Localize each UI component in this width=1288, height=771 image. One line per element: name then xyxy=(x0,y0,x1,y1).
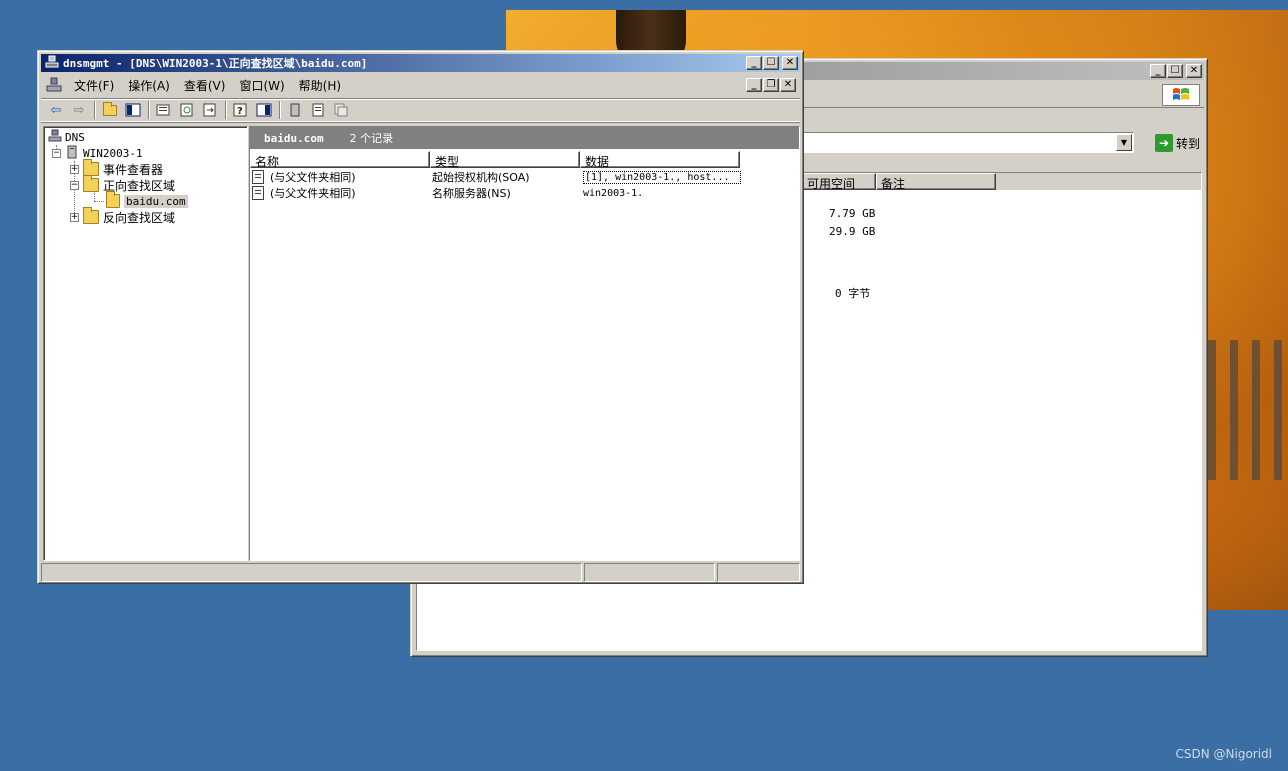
go-arrow-icon: ➔ xyxy=(1154,134,1173,152)
back-icon[interactable]: ⇦ xyxy=(45,100,67,120)
free-space-value: 29.9 GB xyxy=(829,225,876,238)
record-data: win2003-1. xyxy=(583,187,644,199)
tree-label: 反向查找区域 xyxy=(103,210,176,225)
menu-help[interactable]: 帮助(H) xyxy=(292,77,348,94)
go-label: 转到 xyxy=(1175,136,1200,151)
dns-root-icon xyxy=(48,129,62,146)
maximize-button[interactable]: ☐ xyxy=(763,56,779,70)
description-zone-name: baidu.com xyxy=(264,131,324,145)
record-name: (与父文件夹相同) xyxy=(270,187,356,200)
record-icon xyxy=(252,186,264,200)
action-pane-icon[interactable] xyxy=(253,100,275,120)
record-data: [1], win2003-1., host... xyxy=(583,170,741,184)
collapse-icon[interactable]: − xyxy=(70,180,79,190)
menu-bar: 文件(F) 操作(A) 查看(V) 窗口(W) 帮助(H) _ ❐ ✕ xyxy=(41,75,800,95)
export-icon[interactable] xyxy=(199,100,221,120)
windows-logo-icon xyxy=(1162,84,1200,106)
record-icon[interactable] xyxy=(307,100,329,120)
wallpaper-fence xyxy=(1208,340,1288,480)
free-space-value: 0 字节 xyxy=(835,287,871,300)
tree-item-reverse-zones[interactable]: + 反向查找区域 xyxy=(70,207,176,225)
record-type: 起始授权机构(SOA) xyxy=(432,171,530,184)
go-button[interactable]: ➔ 转到 xyxy=(1154,134,1200,152)
bg-column-free-space[interactable]: 可用空间 xyxy=(802,173,876,190)
details-pane[interactable]: baidu.com 2 个记录 名称 类型 数据 (与父文件夹相同) 起始授权机… xyxy=(249,126,800,561)
description-bar: baidu.com 2 个记录 xyxy=(250,127,799,149)
status-cell xyxy=(584,563,715,582)
tree-item-zone-baidu[interactable]: baidu.com xyxy=(106,191,188,209)
expand-icon[interactable]: + xyxy=(70,164,79,174)
list-header: 名称 类型 数据 xyxy=(250,151,740,168)
child-restore-button[interactable]: ❐ xyxy=(763,78,779,92)
tree-item-server[interactable]: − WIN2003-1 xyxy=(52,145,143,161)
table-row[interactable]: (与父文件夹相同) 起始授权机构(SOA) [1], win2003-1., h… xyxy=(252,169,741,185)
menu-file[interactable]: 文件(F) xyxy=(67,77,121,94)
column-type[interactable]: 类型 xyxy=(430,151,580,168)
status-cell xyxy=(717,563,800,582)
server-icon xyxy=(67,145,77,162)
tree-item-forward-zones[interactable]: − 正向查找区域 xyxy=(70,175,175,193)
column-name[interactable]: 名称 xyxy=(250,151,430,168)
show-tree-icon[interactable] xyxy=(122,100,144,120)
free-space-value: 7.79 GB xyxy=(829,207,876,220)
address-dropdown-icon[interactable]: ▼ xyxy=(1116,134,1132,151)
status-cell xyxy=(41,563,582,582)
forward-icon[interactable]: ⇨ xyxy=(68,100,90,120)
collapse-icon[interactable]: − xyxy=(52,148,61,158)
tree-label: DNS xyxy=(65,130,85,144)
tree-label: baidu.com xyxy=(124,194,188,208)
table-row[interactable]: (与父文件夹相同) 名称服务器(NS) win2003-1. xyxy=(252,185,741,201)
folder-icon xyxy=(83,207,99,224)
menu-window[interactable]: 窗口(W) xyxy=(232,77,291,94)
menu-view[interactable]: 查看(V) xyxy=(177,77,233,94)
record-name: (与父文件夹相同) xyxy=(270,171,356,184)
close-button[interactable]: ✕ xyxy=(782,56,798,70)
child-close-button[interactable]: ✕ xyxy=(780,78,796,92)
tree-label: WIN2003-1 xyxy=(83,146,143,160)
bg-maximize-button[interactable]: ☐ xyxy=(1167,64,1183,78)
expand-icon[interactable]: + xyxy=(70,212,79,222)
minimize-button[interactable]: _ xyxy=(746,56,762,70)
window-title: dnsmgmt - [DNS\WIN2003-1\正向查找区域\baidu.co… xyxy=(63,57,368,70)
tree-item-dns[interactable]: DNS xyxy=(48,129,85,145)
bg-column-notes[interactable]: 备注 xyxy=(876,173,996,190)
toolbar: ⇦ ⇨ ? xyxy=(41,98,800,122)
svg-text:?: ? xyxy=(237,106,243,117)
copy-icon[interactable] xyxy=(330,100,352,120)
console-tree[interactable]: DNS − WIN2003-1 + 事件查看器 − 正向查找区域 baidu.c… xyxy=(43,126,248,561)
console-icon[interactable] xyxy=(45,76,63,94)
child-minimize-button[interactable]: _ xyxy=(746,78,762,92)
server-icon[interactable] xyxy=(284,100,306,120)
dns-app-icon xyxy=(45,55,59,72)
help-icon[interactable]: ? xyxy=(230,100,252,120)
refresh-icon[interactable] xyxy=(176,100,198,120)
watermark: CSDN @Nigoridl xyxy=(1175,747,1272,761)
menu-action[interactable]: 操作(A) xyxy=(121,77,177,94)
bg-minimize-button[interactable]: _ xyxy=(1150,64,1166,78)
up-folder-icon[interactable] xyxy=(99,100,121,120)
record-count: 2 个记录 xyxy=(349,132,394,145)
dns-manager-titlebar[interactable]: dnsmgmt - [DNS\WIN2003-1\正向查找区域\baidu.co… xyxy=(41,54,800,72)
tree-label: 事件查看器 xyxy=(103,162,164,177)
column-data[interactable]: 数据 xyxy=(580,151,740,168)
bg-close-button[interactable]: ✕ xyxy=(1186,64,1202,78)
record-icon xyxy=(252,170,264,184)
record-type: 名称服务器(NS) xyxy=(432,187,511,200)
zone-icon xyxy=(106,191,120,208)
status-bar xyxy=(41,563,800,582)
folder-open-icon xyxy=(83,175,99,192)
properties-icon[interactable] xyxy=(153,100,175,120)
dns-manager-window[interactable]: dnsmgmt - [DNS\WIN2003-1\正向查找区域\baidu.co… xyxy=(37,50,804,584)
event-viewer-icon xyxy=(83,159,99,176)
